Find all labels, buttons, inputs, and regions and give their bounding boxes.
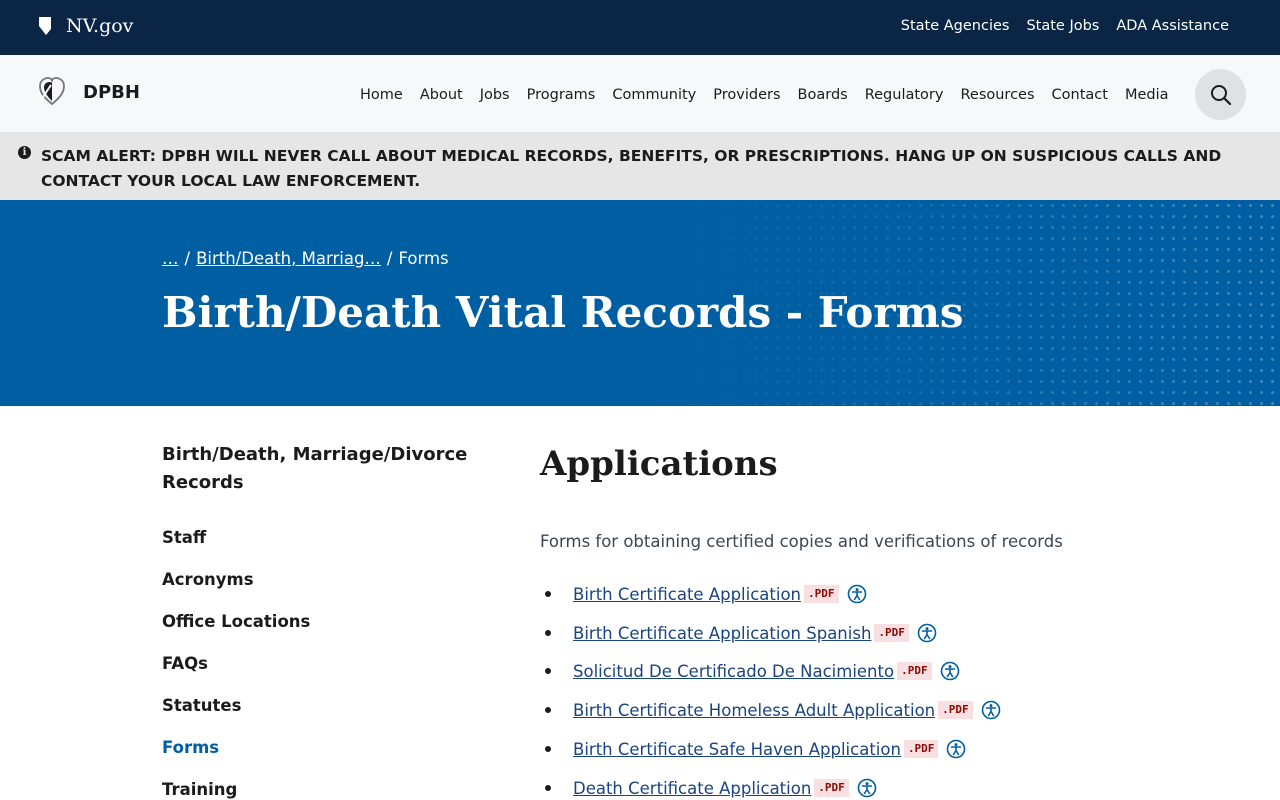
nav-media[interactable]: Media <box>1125 87 1169 103</box>
sidebar-item-forms[interactable]: Forms <box>162 738 219 757</box>
top-bar: NV.gov State Agencies State Jobs ADA Ass… <box>0 0 1280 55</box>
pdf-badge: .PDF <box>804 585 839 603</box>
pdf-badge: .PDF <box>938 701 973 719</box>
pdf-badge: .PDF <box>814 779 849 797</box>
nav-jobs[interactable]: Jobs <box>480 87 510 103</box>
sidebar-item-staff[interactable]: Staff <box>162 528 206 547</box>
list-item: Solicitud De Certificado De Nacimiento .… <box>545 659 960 683</box>
search-button[interactable] <box>1195 69 1246 120</box>
nvgov-home-link[interactable]: NV.gov <box>38 15 133 37</box>
accessibility-icon[interactable] <box>981 700 1001 720</box>
accessibility-icon[interactable] <box>946 739 966 759</box>
breadcrumb-ellipsis[interactable]: … <box>162 249 179 268</box>
section-intro: Forms for obtaining certified copies and… <box>540 532 1063 551</box>
search-icon <box>1210 84 1231 105</box>
bullet <box>545 707 551 713</box>
breadcrumb: … / Birth/Death, Marriag… / Forms <box>162 249 449 268</box>
nevada-state-icon <box>39 17 51 35</box>
nav-providers[interactable]: Providers <box>713 87 780 103</box>
form-link[interactable]: Birth Certificate Safe Haven Application <box>573 740 901 759</box>
bullet <box>545 668 551 674</box>
main-nav: Home About Jobs Programs Community Provi… <box>360 87 1169 103</box>
page-title: Birth/Death Vital Records - Forms <box>162 288 964 337</box>
ada-assistance-link[interactable]: ADA Assistance <box>1116 18 1229 34</box>
nav-about[interactable]: About <box>420 87 463 103</box>
bullet <box>545 591 551 597</box>
info-icon: i <box>18 146 31 159</box>
state-agencies-link[interactable]: State Agencies <box>901 18 1010 34</box>
sidebar-item-faqs[interactable]: FAQs <box>162 654 208 673</box>
sidebar-item-training[interactable]: Training <box>162 780 237 799</box>
nav-community[interactable]: Community <box>612 87 696 103</box>
hero-banner: … / Birth/Death, Marriag… / Forms Birth/… <box>0 200 1280 406</box>
pdf-badge: .PDF <box>874 624 909 642</box>
list-item: Birth Certificate Homeless Adult Applica… <box>545 698 1001 722</box>
site-name: NV.gov <box>66 15 134 37</box>
breadcrumb-current: Forms <box>398 249 449 268</box>
breadcrumb-separator: / <box>386 249 393 268</box>
pdf-badge: .PDF <box>897 662 932 680</box>
sidebar-item-office-locations[interactable]: Office Locations <box>162 612 310 631</box>
dpbh-logo-icon <box>39 77 65 106</box>
sidebar-item-statutes[interactable]: Statutes <box>162 696 241 715</box>
nav-resources[interactable]: Resources <box>960 87 1034 103</box>
site-header: DPBH Home About Jobs Programs Community … <box>0 55 1280 133</box>
list-item: Birth Certificate Application Spanish .P… <box>545 621 937 645</box>
form-link[interactable]: Birth Certificate Application Spanish <box>573 624 871 643</box>
section-heading: Applications <box>540 444 778 484</box>
dpbh-home-link[interactable]: DPBH <box>38 77 140 107</box>
list-item: Birth Certificate Safe Haven Application… <box>545 737 966 761</box>
accessibility-icon[interactable] <box>940 661 960 681</box>
breadcrumb-separator: / <box>184 249 191 268</box>
accessibility-icon[interactable] <box>847 584 867 604</box>
alert-text: SCAM ALERT: DPBH WILL NEVER CALL ABOUT M… <box>41 147 1222 190</box>
utility-nav: State Agencies State Jobs ADA Assistance <box>901 18 1229 34</box>
nav-home[interactable]: Home <box>360 87 403 103</box>
form-link[interactable]: Birth Certificate Application <box>573 585 801 604</box>
nav-regulatory[interactable]: Regulatory <box>865 87 944 103</box>
state-jobs-link[interactable]: State Jobs <box>1026 18 1099 34</box>
form-link[interactable]: Solicitud De Certificado De Nacimiento <box>573 662 894 681</box>
sidebar-item-acronyms[interactable]: Acronyms <box>162 570 254 589</box>
accessibility-icon[interactable] <box>917 623 937 643</box>
bullet <box>545 785 551 791</box>
accessibility-icon[interactable] <box>857 778 877 798</box>
nav-programs[interactable]: Programs <box>527 87 596 103</box>
bullet <box>545 746 551 752</box>
breadcrumb-birth-death[interactable]: Birth/Death, Marriag… <box>196 249 381 268</box>
nav-boards[interactable]: Boards <box>798 87 848 103</box>
scam-alert-banner: i SCAM ALERT: DPBH WILL NEVER CALL ABOUT… <box>0 133 1280 200</box>
pdf-badge: .PDF <box>903 740 939 758</box>
sidebar-title[interactable]: Birth/Death, Marriage/Divorce Records <box>162 441 482 497</box>
bullet <box>545 630 551 636</box>
nav-contact[interactable]: Contact <box>1052 87 1108 103</box>
list-item: Death Certificate Application .PDF <box>545 776 877 800</box>
list-item: Birth Certificate Application .PDF <box>545 582 867 606</box>
form-link[interactable]: Birth Certificate Homeless Adult Applica… <box>573 701 935 720</box>
form-link[interactable]: Death Certificate Application <box>573 779 811 798</box>
dpbh-logo-text: DPBH <box>83 81 140 103</box>
